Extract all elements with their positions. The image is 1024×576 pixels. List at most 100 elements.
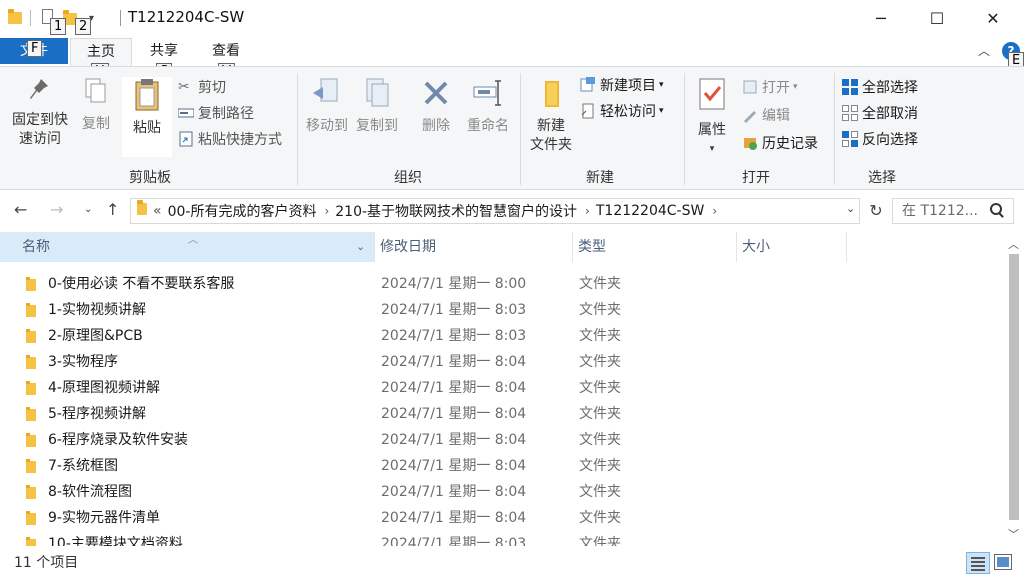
- tab-share[interactable]: 共享: [136, 38, 192, 66]
- dropdown-arrow-icon: ▾: [709, 144, 715, 154]
- breadcrumb-chevron-icon[interactable]: ›: [585, 204, 590, 218]
- large-icons-view-icon[interactable]: [994, 554, 1012, 570]
- move-to-button[interactable]: 移动到: [304, 75, 350, 136]
- group-separator: [684, 73, 685, 185]
- invert-selection-button[interactable]: 反向选择: [842, 127, 918, 151]
- address-bar[interactable]: « 00-所有完成的客户资料 › 210-基于物联网技术的智慧窗户的设计 › T…: [130, 198, 860, 224]
- file-type: 文件夹: [579, 328, 621, 344]
- copy-path-button[interactable]: 复制路径: [177, 101, 254, 125]
- file-date: 2024/7/1 星期一 8:04: [381, 510, 527, 526]
- file-date: 2024/7/1 星期一 8:03: [381, 302, 527, 318]
- file-name: 5-程序视频讲解: [48, 406, 146, 422]
- file-name: 7-系统框图: [48, 458, 118, 474]
- edit-button[interactable]: 编辑: [742, 103, 790, 127]
- folder-icon: [26, 277, 36, 291]
- column-divider[interactable]: [846, 232, 847, 262]
- file-row[interactable]: 5-程序视频讲解 2024/7/1 星期一 8:04 文件夹: [0, 401, 1000, 427]
- file-date: 2024/7/1 星期一 8:04: [381, 484, 527, 500]
- breadcrumb-overflow[interactable]: «: [153, 203, 162, 219]
- file-row[interactable]: 7-系统框图 2024/7/1 星期一 8:04 文件夹: [0, 453, 1000, 479]
- search-icon[interactable]: [990, 203, 1002, 215]
- new-item-label: 新建项目: [600, 78, 656, 94]
- delete-x-icon: [424, 81, 448, 105]
- tab-home[interactable]: 主页: [70, 38, 132, 66]
- breadcrumb-item[interactable]: 00-所有完成的客户资料: [168, 201, 317, 221]
- refresh-icon[interactable]: ↻: [864, 198, 888, 224]
- properties-button[interactable]: 属性 ▾: [690, 75, 734, 159]
- file-row[interactable]: 6-程序烧录及软件安装 2024/7/1 星期一 8:04 文件夹: [0, 427, 1000, 453]
- file-row[interactable]: 2-原理图&PCB 2024/7/1 星期一 8:03 文件夹: [0, 323, 1000, 349]
- scroll-down-icon[interactable]: ﹀: [1008, 526, 1019, 542]
- details-view-icon[interactable]: [966, 552, 990, 574]
- copy-button[interactable]: 复制: [78, 75, 114, 134]
- pin-quick-access-button[interactable]: 固定到快 速访问: [6, 75, 74, 149]
- cut-button[interactable]: ✂ 剪切: [178, 75, 226, 99]
- open-button[interactable]: 打开 ▾: [742, 75, 798, 99]
- delete-button[interactable]: 删除: [416, 75, 456, 136]
- back-arrow-icon[interactable]: ←: [14, 200, 27, 219]
- properties-label: 属性: [698, 122, 726, 138]
- maximize-button[interactable]: ☐: [914, 0, 960, 36]
- collapse-ribbon-icon[interactable]: ︿: [978, 42, 990, 59]
- easy-access-icon: [580, 103, 596, 119]
- new-item-button[interactable]: 新建项目 ▾: [580, 73, 664, 97]
- file-name: 0-使用必读 不看不要联系客服: [48, 276, 235, 292]
- history-button[interactable]: 历史记录: [742, 131, 818, 155]
- close-button[interactable]: ✕: [970, 0, 1016, 36]
- breadcrumb-item[interactable]: T1212204C-SW: [596, 203, 704, 219]
- easy-access-label: 轻松访问: [600, 104, 656, 120]
- column-header-name[interactable]: 名称 ︿ ⌄: [0, 232, 374, 262]
- file-row[interactable]: 8-软件流程图 2024/7/1 星期一 8:04 文件夹: [0, 479, 1000, 505]
- file-row[interactable]: 0-使用必读 不看不要联系客服 2024/7/1 星期一 8:00 文件夹: [0, 271, 1000, 297]
- column-header-size[interactable]: 大小: [720, 232, 830, 262]
- new-folder-button[interactable]: 新建 文件夹: [526, 75, 576, 155]
- forward-arrow-icon[interactable]: →: [50, 200, 63, 219]
- scroll-up-icon[interactable]: ︿: [1008, 236, 1019, 252]
- easy-access-button[interactable]: 轻松访问 ▾: [580, 99, 664, 123]
- file-row[interactable]: 4-原理图视频讲解 2024/7/1 星期一 8:04 文件夹: [0, 375, 1000, 401]
- keytip-file: F: [27, 40, 43, 57]
- up-arrow-icon[interactable]: ↑: [106, 200, 119, 219]
- copy-to-icon: [366, 78, 389, 107]
- select-none-button[interactable]: 全部取消: [842, 101, 918, 125]
- file-name: 3-实物程序: [48, 354, 118, 370]
- recent-locations-chevron-icon[interactable]: ⌄: [84, 204, 92, 215]
- scissors-icon: ✂: [178, 79, 190, 95]
- minimize-button[interactable]: ─: [858, 0, 904, 36]
- breadcrumb-item[interactable]: 210-基于物联网技术的智慧窗户的设计: [335, 201, 577, 221]
- file-row[interactable]: 10-主要模块文档资料 2024/7/1 星期一 8:03 文件夹: [0, 531, 1000, 546]
- history-label: 历史记录: [762, 136, 818, 152]
- select-none-label: 全部取消: [862, 106, 918, 122]
- select-all-button[interactable]: 全部选择: [842, 75, 918, 99]
- open-icon: [742, 79, 758, 95]
- file-row[interactable]: 3-实物程序 2024/7/1 星期一 8:04 文件夹: [0, 349, 1000, 375]
- copy-to-button[interactable]: 复制到: [354, 75, 400, 136]
- file-row[interactable]: 1-实物视频讲解 2024/7/1 星期一 8:03 文件夹: [0, 297, 1000, 323]
- vertical-scrollbar[interactable]: ︿ ﹀: [1004, 232, 1024, 546]
- breadcrumb-chevron-icon[interactable]: ›: [712, 204, 717, 218]
- file-date: 2024/7/1 星期一 8:04: [381, 458, 527, 474]
- new-folder-label-line2: 文件夹: [530, 137, 572, 153]
- breadcrumb-chevron-icon[interactable]: ›: [324, 204, 329, 218]
- new-folder-label-line1: 新建: [537, 118, 565, 134]
- paste-button[interactable]: 粘贴: [122, 77, 172, 157]
- column-name-label: 名称: [22, 239, 50, 255]
- move-to-icon: [313, 78, 338, 102]
- file-date: 2024/7/1 星期一 8:04: [381, 406, 527, 422]
- keytip-qat1: 1: [50, 18, 67, 35]
- rename-button[interactable]: 重命名: [462, 75, 514, 136]
- dropdown-arrow-icon: ▾: [659, 106, 664, 116]
- file-row[interactable]: 9-实物元器件清单 2024/7/1 星期一 8:04 文件夹: [0, 505, 1000, 531]
- tab-view[interactable]: 查看: [198, 38, 254, 66]
- pin-icon: [30, 78, 48, 99]
- address-dropdown-icon[interactable]: ⌄: [846, 202, 855, 215]
- file-type: 文件夹: [579, 432, 621, 448]
- column-header-type[interactable]: 类型: [556, 232, 716, 262]
- scrollbar-thumb[interactable]: [1009, 254, 1019, 520]
- column-header-date[interactable]: 修改日期: [358, 232, 554, 262]
- paste-shortcut-button[interactable]: 粘贴快捷方式: [178, 127, 282, 151]
- copy-label: 复制: [82, 116, 110, 132]
- folder-icon: [26, 407, 36, 421]
- column-date-label: 修改日期: [380, 239, 436, 255]
- file-date: 2024/7/1 星期一 8:04: [381, 432, 527, 448]
